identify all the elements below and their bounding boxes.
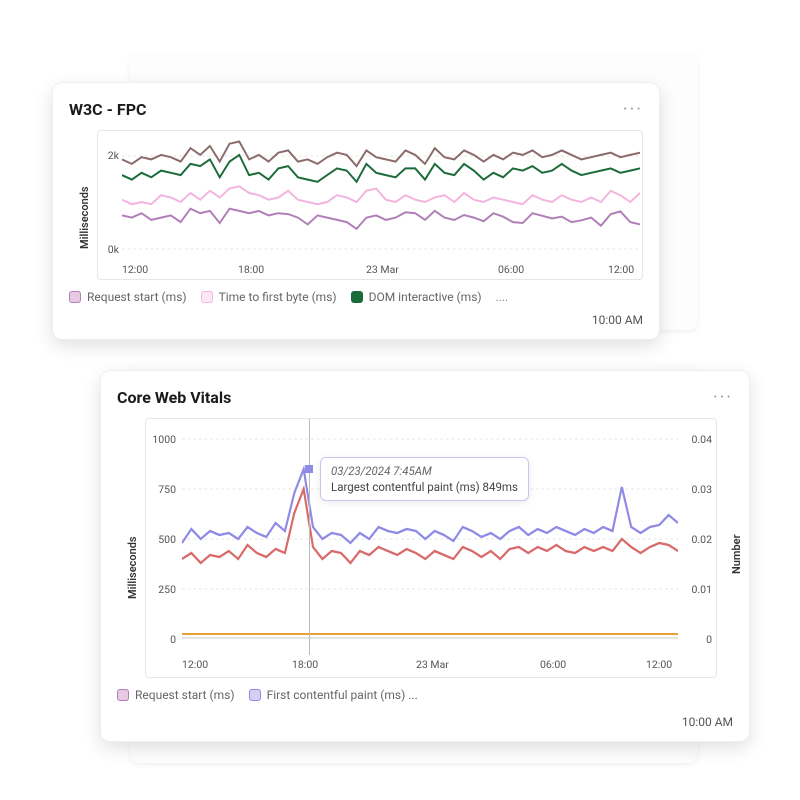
y-tick: 2k (101, 149, 119, 162)
tooltip-marker (305, 465, 313, 473)
chart-svg (182, 419, 678, 641)
chart-svg (122, 131, 640, 259)
x-tick: 23 Mar (416, 658, 449, 671)
chart-w3c[interactable]: Milliseconds 2k 0k 12:00 18:00 23 Mar 06… (97, 130, 643, 280)
legend-item: Request start (ms) (69, 290, 187, 304)
legend-item: Time to first byte (ms) (201, 290, 337, 304)
legend-label: DOM interactive (ms) (369, 290, 482, 304)
swatch-icon (201, 291, 213, 303)
y-tick-right: 0.04 (692, 433, 712, 446)
swatch-icon (117, 689, 129, 701)
legend-item: Request start (ms) (117, 688, 235, 702)
y-tick-right: 0 (706, 633, 712, 646)
x-tick: 18:00 (292, 658, 318, 671)
more-menu-icon[interactable]: ··· (623, 99, 643, 120)
tooltip-timestamp: 03/23/2024 7:45AM (331, 464, 518, 478)
y-tick-right: 0.02 (692, 533, 712, 546)
swatch-icon (351, 291, 363, 303)
legend-label: Request start (ms) (87, 290, 187, 304)
card-w3c-fpc: W3C - FPC ··· Milliseconds 2k 0k 12:00 1… (52, 82, 660, 340)
legend-label: Request start (ms) (135, 688, 235, 702)
legend-more: .... (496, 290, 509, 304)
legend-item: DOM interactive (ms) (351, 290, 482, 304)
x-tick: 06:00 (498, 263, 524, 276)
cursor-line (309, 419, 310, 655)
x-tick: 12:00 (608, 263, 634, 276)
x-tick: 12:00 (182, 658, 208, 671)
x-tick: 18:00 (238, 263, 264, 276)
more-menu-icon[interactable]: ··· (713, 387, 733, 408)
y-tick: 0 (148, 633, 176, 646)
card-title: W3C - FPC (69, 100, 146, 119)
y-tick: 0k (101, 243, 119, 256)
legend: Request start (ms) First contentful pain… (117, 688, 733, 702)
chart-cwv[interactable]: Milliseconds Number 1000 750 500 250 0 0… (145, 418, 717, 678)
footer-time: 10:00 AM (592, 313, 643, 327)
tooltip: 03/23/2024 7:45AM Largest contentful pai… (320, 457, 529, 501)
tooltip-text: Largest contentful paint (ms) 849ms (331, 480, 518, 494)
x-tick: 23 Mar (366, 263, 399, 276)
legend: Request start (ms) Time to first byte (m… (69, 290, 643, 304)
card-title: Core Web Vitals (117, 388, 231, 407)
y-tick: 1000 (148, 433, 176, 446)
footer-time: 10:00 AM (682, 715, 733, 729)
swatch-icon (69, 291, 81, 303)
y-axis-label-left: Milliseconds (126, 536, 139, 599)
legend-label: Time to first byte (ms) (219, 290, 337, 304)
swatch-icon (249, 689, 261, 701)
y-tick-right: 0.01 (692, 583, 712, 596)
y-tick: 750 (148, 483, 176, 496)
y-axis-label: Milliseconds (78, 186, 91, 249)
legend-label: First contentful paint (ms) ... (267, 688, 418, 702)
x-tick: 12:00 (122, 263, 148, 276)
x-tick: 06:00 (540, 658, 566, 671)
y-tick: 500 (148, 533, 176, 546)
x-tick: 12:00 (646, 658, 672, 671)
y-tick: 250 (148, 583, 176, 596)
legend-item: First contentful paint (ms) ... (249, 688, 418, 702)
y-axis-label-right: Number (730, 534, 743, 574)
y-tick-right: 0.03 (692, 483, 712, 496)
card-core-web-vitals: Core Web Vitals ··· Milliseconds Number … (100, 370, 750, 742)
